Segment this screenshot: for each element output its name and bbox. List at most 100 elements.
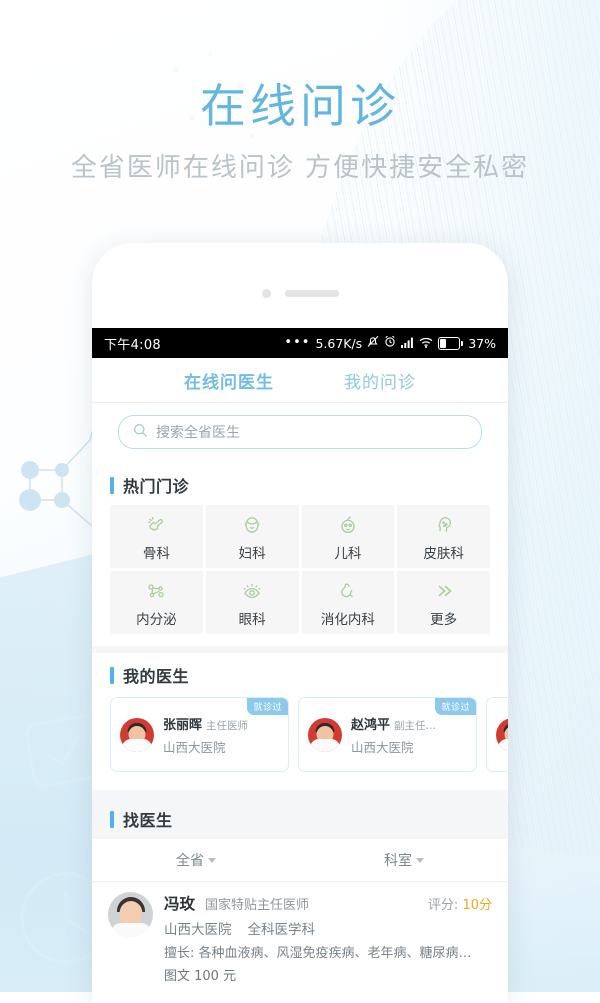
clinic-tile-nei-fen-mi[interactable]: 内分泌 [110, 571, 203, 634]
app-screen: 在线问医生 我的问诊 搜索全省医生 热门门诊 骨科 妇科 儿科 皮肤科 内分泌 … [92, 358, 508, 1003]
doctor-card[interactable]: 就诊过 赵鸿平 副主任… 山西大医院 [298, 697, 477, 772]
wifi-icon [419, 336, 433, 351]
hero-title: 在线问诊 [200, 79, 400, 133]
filter-department[interactable]: 科室 [300, 839, 508, 881]
section-header-hot-clinics: 热门门诊 [92, 463, 508, 505]
hero-subtitle: 全省医师在线问诊 方便快捷安全私密 [70, 152, 530, 183]
score-label: 评分: [427, 898, 459, 913]
search-section: 搜索全省医生 [92, 403, 508, 463]
clinic-tile-yan-ke[interactable]: 眼科 [205, 571, 299, 634]
doctor-name-row: 张丽晖 主任医师 [163, 718, 248, 733]
mute-bell-icon [367, 335, 379, 351]
status-bar-icons: ••• 5.67K/s 37% [284, 335, 496, 351]
doctor-title: 副主任… [394, 719, 437, 732]
clinic-tile-xiao-hua-nei-ke[interactable]: 消化内科 [301, 571, 395, 634]
front-camera-icon [262, 289, 271, 298]
status-bar-net-speed: 5.67K/s [315, 335, 363, 351]
phone-mockup: 下午4:08 ••• 5.67K/s 37% 在线问医生 我的问诊 搜索全省医生… [92, 243, 508, 1003]
search-icon [133, 423, 148, 442]
section-accent-bar [110, 666, 114, 684]
clinic-label: 骨科 [142, 545, 170, 562]
doctor-score: 评分: 10分 [428, 894, 492, 913]
section-title-my-doctors: 我的医生 [123, 667, 190, 686]
battery-icon [438, 336, 464, 350]
section-header-find-doctor: 找医生 [92, 797, 508, 839]
clinic-label: 消化内科 [320, 611, 375, 628]
hot-clinics-grid: 骨科 妇科 儿科 皮肤科 内分泌 眼科 消化内科 更多 [92, 505, 508, 640]
doctor-title: 主任医师 [206, 719, 249, 732]
clinic-tile-more[interactable]: 更多 [397, 571, 490, 634]
clinic-tile-gu-ke[interactable]: 骨科 [110, 505, 203, 568]
doctor-name: 张丽晖 [163, 717, 203, 733]
clinic-label: 内分泌 [136, 611, 177, 628]
skin-face-icon [432, 512, 456, 538]
signal-bars-icon [401, 336, 414, 351]
clinic-label: 儿科 [334, 545, 362, 562]
battery-percent: 37% [468, 335, 496, 351]
section-title-find-doctor: 找医生 [123, 811, 173, 830]
score-unit: 分 [478, 898, 492, 913]
molecule-icon [144, 578, 168, 604]
section-header-my-doctors: 我的医生 [92, 653, 508, 695]
doctor-hospital: 山西大医院 [164, 922, 232, 938]
doctor-name: 冯玫 [164, 895, 196, 913]
section-accent-bar [110, 476, 114, 494]
status-badge: 就诊过 [435, 698, 476, 715]
doctor-name-row: 赵鸿平 副主任… [351, 718, 436, 733]
clinic-tile-er-ke[interactable]: 儿科 [301, 505, 395, 568]
my-doctors-carousel[interactable]: 就诊过 张丽晖 主任医师 山西大医院 就诊过 赵鸿平 副主任… 山西大医院 [92, 695, 508, 784]
chevron-down-icon [416, 858, 424, 863]
clinic-label: 更多 [430, 611, 458, 628]
alarm-clock-icon [384, 335, 396, 351]
section-divider [92, 646, 508, 653]
doctor-price: 图文 100 元 [164, 969, 237, 984]
bone-icon [144, 512, 168, 538]
status-bar-time: 下午4:08 [104, 337, 161, 353]
clinic-tile-fu-ke[interactable]: 妇科 [205, 505, 299, 568]
double-chevron-right-icon [432, 578, 456, 604]
avatar [120, 717, 154, 752]
doctor-hospital: 山西大医院 [163, 739, 226, 755]
doctor-specialty: 擅长: 各种血液病、风湿免疫疾病、老年病、糖尿病… [164, 946, 472, 961]
doctor-list-body: 冯玫 国家特贴主任医师 评分: 10分 山西大医院 全科医学科 擅长: 各种血液病… [164, 892, 492, 984]
tab-bar: 在线问医生 我的问诊 [92, 358, 508, 403]
clinic-label: 妇科 [238, 545, 266, 562]
chevron-down-icon [208, 858, 216, 863]
score-value: 10 [462, 898, 479, 913]
tab-my-consults[interactable]: 我的问诊 [344, 368, 416, 393]
doctor-department: 全科医学科 [247, 922, 316, 938]
search-input[interactable]: 搜索全省医生 [118, 415, 482, 449]
doctor-hospital: 山西大医院 [351, 739, 414, 755]
section-accent-bar [110, 810, 114, 828]
status-badge: 就诊过 [247, 698, 288, 715]
avatar [108, 892, 153, 937]
status-bar-dots: ••• [284, 335, 311, 350]
hero-banner: 在线问诊 全省医师在线问诊 方便快捷安全私密 [0, 0, 600, 184]
doctor-meta: 赵鸿平 副主任… 山西大医院 [351, 714, 436, 756]
search-placeholder: 搜索全省医生 [156, 425, 240, 441]
eye-icon [240, 578, 264, 604]
status-bar: 下午4:08 ••• 5.67K/s 37% [92, 328, 508, 358]
filter-department-label: 科室 [384, 853, 412, 869]
tab-online-consult[interactable]: 在线问医生 [184, 368, 274, 393]
baby-face-icon [336, 512, 360, 538]
doctor-meta: 张丽晖 主任医师 山西大医院 [163, 714, 248, 756]
doctor-card[interactable]: 张慧 山西 [486, 697, 508, 772]
clinic-label: 眼科 [238, 611, 266, 628]
doctor-list-item[interactable]: 冯玫 国家特贴主任医师 评分: 10分 山西大医院 全科医学科 擅长: 各种血液病… [92, 882, 508, 984]
section-title-hot-clinics: 热门门诊 [123, 477, 190, 496]
clinic-label: 皮肤科 [423, 545, 464, 562]
stomach-icon [336, 578, 360, 604]
filter-region[interactable]: 全省 [92, 839, 300, 881]
earpiece-speaker-icon [285, 290, 339, 297]
doctor-card[interactable]: 就诊过 张丽晖 主任医师 山西大医院 [110, 697, 289, 772]
doctor-headline-row: 冯玫 国家特贴主任医师 评分: 10分 [164, 892, 492, 914]
doctor-name: 赵鸿平 [351, 717, 391, 733]
filter-region-label: 全省 [176, 853, 204, 869]
avatar [496, 717, 508, 752]
doctor-hospital-row: 山西大医院 全科医学科 [164, 918, 492, 938]
section-divider [92, 790, 508, 797]
doctor-rank: 国家特贴主任医师 [205, 898, 310, 913]
clinic-tile-pi-fu-ke[interactable]: 皮肤科 [397, 505, 490, 568]
woman-face-icon [240, 512, 264, 538]
